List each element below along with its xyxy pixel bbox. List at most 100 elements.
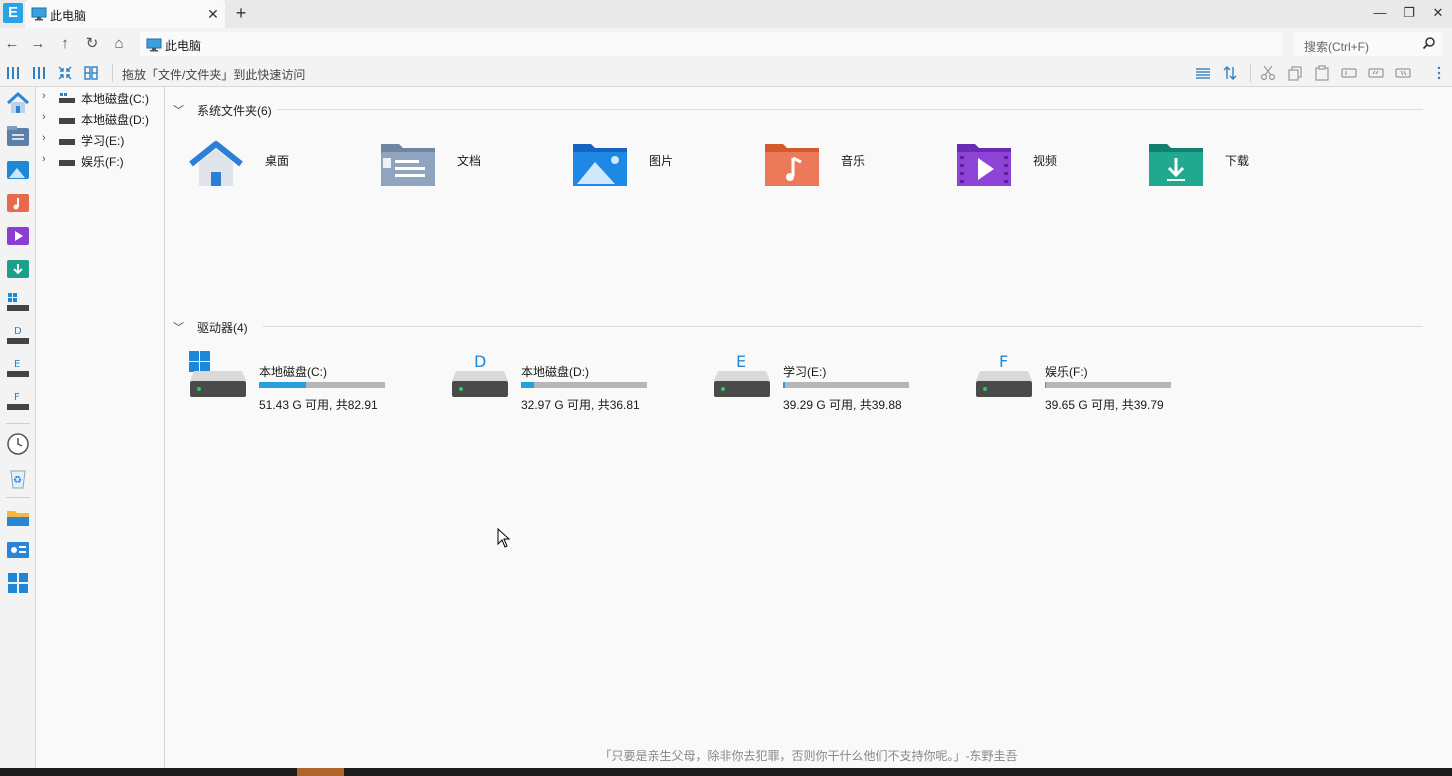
folder-music[interactable]: 音乐 [763,137,943,197]
cut-icon[interactable] [1259,64,1277,82]
list-view-icon[interactable] [1194,64,1212,82]
drive-usage-bar [259,382,385,388]
expand-chevron-icon[interactable]: › [42,153,46,165]
restore-button[interactable]: ❐ [1395,2,1423,24]
copy-icon[interactable] [1286,64,1304,82]
more-options-icon[interactable] [1430,64,1448,82]
drive-icon [59,118,75,124]
drive-icon [59,160,75,166]
drive-usage-fill [521,382,534,388]
minimize-button[interactable]: — [1366,2,1394,24]
taskbar-strip [0,768,1452,776]
collapse-chevron-icon[interactable]: ﹀ [173,102,184,118]
home-icon[interactable] [5,90,31,116]
dual-column-icon[interactable] [30,64,48,82]
quick-access-drop-hint: 拖放「文件/文件夹」到此快速访问 [122,68,306,82]
tab-close-button[interactable]: ✕ [203,4,223,24]
svg-text:E: E [14,359,20,370]
folder-documents[interactable]: 文档 [379,137,559,197]
folder-desktop[interactable]: 桌面 [187,137,367,197]
folder-videos[interactable]: 视频 [955,137,1135,197]
music-folder-icon [765,144,819,186]
split-view-icon[interactable] [82,64,100,82]
drive-usage-bar [1045,382,1171,388]
documents-icon[interactable] [5,123,31,149]
drive-free-space: 39.29 G 可用, 共39.88 [783,398,902,412]
drive-d-icon: D [452,352,508,397]
drive-letter: D [474,352,486,371]
folder-label: 下载 [1225,154,1250,168]
tree-item-drive-e[interactable]: › 学习(E:) [36,129,164,150]
windows-start-icon[interactable] [5,570,31,596]
drive-usage-fill [259,382,306,388]
mouse-cursor-icon [497,528,511,548]
drive-d-icon[interactable]: D [5,322,31,348]
section-header-system-folders[interactable]: ﹀ 系统文件夹(6) [173,100,1423,120]
collapse-chevron-icon[interactable]: ﹀ [173,319,184,335]
drive-f-icon[interactable]: F [5,388,31,414]
drive-usage-fill [1045,382,1046,388]
drive-usage-fill [783,382,785,388]
drive-item-c[interactable]: 本地磁盘(C:) 51.43 G 可用, 共82.91 [188,345,428,415]
address-text: 此电脑 [165,39,202,53]
home-button[interactable]: ⌂ [109,34,129,54]
forward-button[interactable]: → [28,34,48,54]
drive-item-d[interactable]: D 本地磁盘(D:) 32.97 G 可用, 共36.81 [450,345,690,415]
close-window-button[interactable]: ✕ [1424,2,1452,24]
single-column-icon[interactable] [4,64,22,82]
paste-icon[interactable] [1313,64,1331,82]
search-input[interactable]: 搜索(Ctrl+F) [1294,32,1442,56]
pictures-icon[interactable] [5,156,31,182]
up-button[interactable]: ↑ [55,34,75,54]
recent-clock-icon[interactable] [5,431,31,457]
refresh-button[interactable]: ↻ [82,34,102,54]
documents-folder-icon [381,144,435,186]
toolbar-divider [112,64,113,82]
drive-usage-bar [521,382,647,388]
folder-label: 图片 [649,154,674,168]
downloads-icon[interactable] [5,255,31,281]
drive-name: 学习(E:) [783,365,827,379]
back-button[interactable]: ← [2,34,22,54]
expand-chevron-icon[interactable]: › [42,111,46,123]
tab-this-pc[interactable]: 此电脑 ✕ [25,0,225,28]
taskbar-active-app[interactable] [297,768,344,776]
folder-downloads[interactable]: 下载 [1147,137,1327,197]
pictures-folder-icon [573,144,627,186]
section-header-drives[interactable]: ﹀ 驱动器(4) [173,317,1423,337]
folder-label: 桌面 [265,154,290,168]
drive-e-icon[interactable]: E [5,355,31,381]
monitor-icon [146,38,162,52]
app-logo: E [3,3,23,23]
drive-usage-bar [783,382,909,388]
collapse-icon[interactable] [56,64,74,82]
search-placeholder: 搜索(Ctrl+F) [1304,40,1369,54]
search-icon[interactable] [1422,36,1436,50]
drive-c-icon[interactable] [5,289,31,315]
address-bar[interactable]: 此电脑 [140,32,1282,56]
expand-chevron-icon[interactable]: › [42,90,46,102]
drive-letter: F [999,352,1008,371]
new-tab-button[interactable]: + [230,2,252,24]
recycle-bin-icon[interactable]: ♻ [5,465,31,491]
control-panel-icon[interactable] [5,537,31,563]
tree-item-drive-f[interactable]: › 娱乐(F:) [36,150,164,171]
drive-item-f[interactable]: F 娱乐(F:) 39.65 G 可用, 共39.79 [974,345,1214,415]
folder-pictures[interactable]: 图片 [571,137,751,197]
share-icon[interactable] [1367,64,1385,82]
content-pane: ﹀ 系统文件夹(6) 桌面 文档 图片 音乐 视频 下载 ﹀ 驱动器(4) 本地… [165,87,1452,768]
tree-item-drive-c[interactable]: › 本地磁盘(C:) [36,87,164,108]
expand-chevron-icon[interactable]: › [42,132,46,144]
rail-divider [6,497,30,498]
drive-item-e[interactable]: E 学习(E:) 39.29 G 可用, 共39.88 [712,345,952,415]
folder-icon[interactable] [5,504,31,530]
sort-icon[interactable] [1221,64,1239,82]
music-icon[interactable] [5,189,31,215]
tree-item-drive-d[interactable]: › 本地磁盘(D:) [36,108,164,129]
delete-icon[interactable] [1394,64,1412,82]
videos-icon[interactable] [5,222,31,248]
drive-e-icon: E [714,352,770,397]
drive-name: 娱乐(F:) [1045,365,1088,379]
toolbar-divider [1250,64,1251,82]
rename-icon[interactable] [1340,64,1358,82]
